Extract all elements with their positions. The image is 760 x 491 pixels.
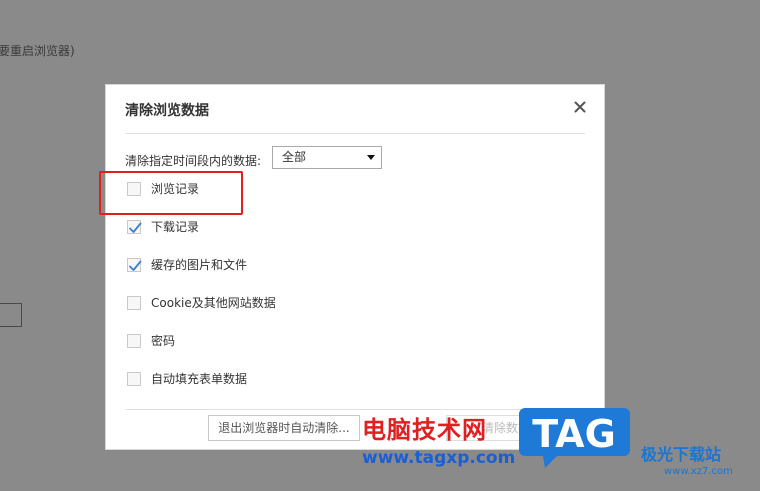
footer-divider [125,409,585,410]
red-highlight-annotation [99,171,243,215]
checkbox-label: 下载记录 [151,220,200,234]
checkbox-cookies[interactable] [127,296,141,310]
checkbox-passwords[interactable] [127,334,141,348]
checkbox-cached-files[interactable] [127,258,142,272]
watermark-title: 电脑技术网 [362,416,487,444]
watermark-site-name: 极光下载站 [641,445,722,464]
svg-text:TAG: TAG [532,412,616,456]
dialog-title: 清除浏览数据 [125,103,209,119]
watermark-site-url: www.xz7.com [664,466,733,477]
dropdown-arrow-icon [367,155,375,160]
background-text: 要重启浏览器) [0,44,75,58]
watermark-url: www.tagxp.com [362,448,516,468]
checkbox-download-history[interactable] [127,220,142,234]
checkmark-icon [129,222,142,233]
checkbox-label: Cookie及其他网站数据 [151,296,276,310]
checkmark-icon [129,260,142,271]
close-icon[interactable] [572,99,588,115]
checkbox-label: 密码 [151,334,176,348]
time-range-select[interactable]: 全部 [272,146,382,169]
checkbox-label: 缓存的图片和文件 [151,258,248,272]
auto-clear-on-exit-button[interactable]: 退出浏览器时自动清除... [208,415,360,441]
title-divider [125,133,585,134]
clear-browsing-data-dialog: 清除浏览数据 清除指定时间段内的数据: 全部 浏览记录 下载记录 缓存的图片和文… [105,84,605,450]
background-input-box [0,303,22,327]
checkbox-autofill[interactable] [127,372,141,386]
time-range-value: 全部 [282,150,307,164]
time-range-label: 清除指定时间段内的数据: [125,154,262,168]
tag-logo: TAG [517,404,632,470]
checkbox-label: 自动填充表单数据 [151,372,248,386]
